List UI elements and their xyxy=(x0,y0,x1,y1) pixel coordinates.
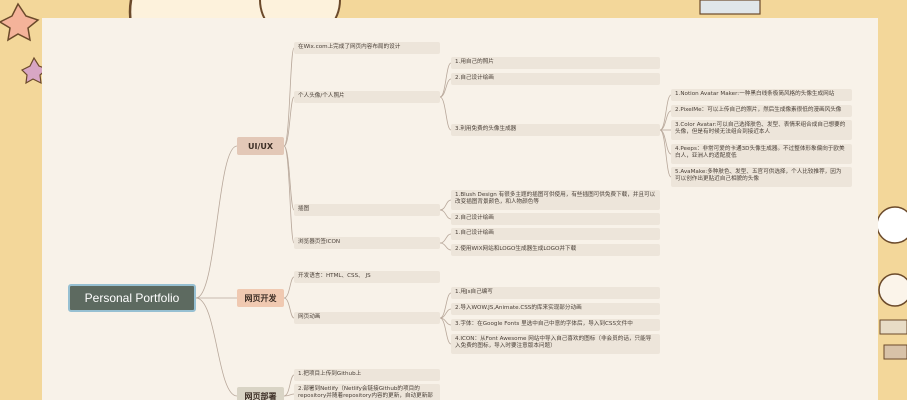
category-deploy-label: 网页部署 xyxy=(244,391,277,400)
anim4-line1: 4.ICON：从Font Awesome 网站中导入自己喜欢的图标（非会员的话，… xyxy=(455,336,652,342)
category-deploy[interactable]: 网页部署 xyxy=(237,387,284,400)
node-generator-avamake[interactable]: 5.AvaMake:多种肤色、发型、五官可供选择，个人比较推荐，因为 可以创作出… xyxy=(671,167,852,187)
category-dev-label: 网页开发 xyxy=(244,293,277,303)
node-favicon-wix[interactable]: 2.使用WIX网站和LOGO生成器生成LOGO并下载 xyxy=(451,244,660,256)
gen4-line2: 白人，亚洲人的适配度低 xyxy=(675,153,737,159)
illus1-line2: 改变插图背景颜色，和人物颜色等 xyxy=(455,199,539,205)
node-anim-js[interactable]: 1.用Js自己编写 xyxy=(451,287,660,299)
gen5-line1: 5.AvaMake:多种肤色、发型、五官可供选择，个人比较推荐，因为 xyxy=(675,169,842,175)
node-anim-wow[interactable]: 2.导入WOW.JS,Animate.CSS的库来实现部分动画 xyxy=(451,303,660,315)
node-wix-layout[interactable]: 在Wix.com上完成了网页内容布局的设计 xyxy=(294,42,440,54)
category-dev[interactable]: 网页开发 xyxy=(237,289,284,307)
illus1-line1: 1.Blush Design 有很多主题的插图可供使用，有些插图可供免费下载，并… xyxy=(455,192,656,198)
gen5-line2: 可以创作出更贴近自己相貌的头像 xyxy=(675,176,759,182)
mindmap-canvas: Personal Portfolio UI/UX 在Wix.com上完成了网页内… xyxy=(42,18,878,400)
category-uiux-label: UI/UX xyxy=(247,141,274,151)
node-generator-peeps[interactable]: 4.Peeps：非常可爱的卡通3D头像生成器。不过整体形象偏向于欧美 白人，亚洲… xyxy=(671,144,852,164)
node-anim-icons[interactable]: 4.ICON：从Font Awesome 网站中导入自己喜欢的图标（非会员的话，… xyxy=(451,334,660,354)
node-avatar-own-photo[interactable]: 1.用自己的照片 xyxy=(451,57,660,69)
node-illustration-draw[interactable]: 2.自己设计绘画 xyxy=(451,213,660,225)
root-node[interactable]: Personal Portfolio xyxy=(68,284,196,312)
node-generator-notion[interactable]: 1.Notion Avatar Maker:一种黑白线条极简风格的头像生成网站 xyxy=(671,89,852,101)
deploy2-line1: 2.部署到Netlify（Netlify会链接Github的项目的 xyxy=(298,386,420,392)
node-favicon[interactable]: 浏览器页签ICON xyxy=(294,237,440,249)
node-deploy-github[interactable]: 1.把项目上传到Github上 xyxy=(294,369,440,381)
node-generator-color-avatar[interactable]: 3.Color Avatar:可以自己选择肤色、发型、表情来组合成自己想要的 头… xyxy=(671,120,852,140)
node-avatar[interactable]: 个人头像/个人照片 xyxy=(294,91,440,103)
node-anim-fonts[interactable]: 3.字体：在Google Fonts 里选中自己中意的字体后，导入到CSS文件中 xyxy=(451,319,660,331)
root-label: Personal Portfolio xyxy=(84,291,180,305)
node-illustration[interactable]: 插图 xyxy=(294,204,440,216)
node-deploy-netlify[interactable]: 2.部署到Netlify（Netlify会链接Github的项目的 reposi… xyxy=(294,384,440,400)
node-animation[interactable]: 网页动画 xyxy=(294,312,440,324)
gen3-line2: 头像，但是有时候无法组合到接近本人 xyxy=(675,129,771,135)
node-dev-language[interactable]: 开发语言：HTML、CSS、 JS xyxy=(294,271,440,283)
node-favicon-draw[interactable]: 1.自己设计绘画 xyxy=(451,228,660,240)
gen3-line1: 3.Color Avatar:可以自己选择肤色、发型、表情来组合成自己想要的 xyxy=(675,122,846,128)
node-illustration-blush[interactable]: 1.Blush Design 有很多主题的插图可供使用，有些插图可供免费下载，并… xyxy=(451,190,660,210)
deploy2-line2: repository并随着repository内容的更新，自动更新部 xyxy=(298,393,433,399)
node-avatar-generator[interactable]: 3.利用免费的头像生成器 xyxy=(451,124,660,136)
node-generator-pixelme[interactable]: 2.PixelMe：可以上传自己的照片，然后生成像素很低的漫画风头像 xyxy=(671,105,852,117)
gen4-line1: 4.Peeps：非常可爱的卡通3D头像生成器。不过整体形象偏向于欧美 xyxy=(675,146,845,152)
anim4-line2: 入免费的图标，导入时要注意版本问题） xyxy=(455,343,556,349)
category-uiux[interactable]: UI/UX xyxy=(237,137,284,155)
node-avatar-draw[interactable]: 2.自己设计绘画 xyxy=(451,73,660,85)
